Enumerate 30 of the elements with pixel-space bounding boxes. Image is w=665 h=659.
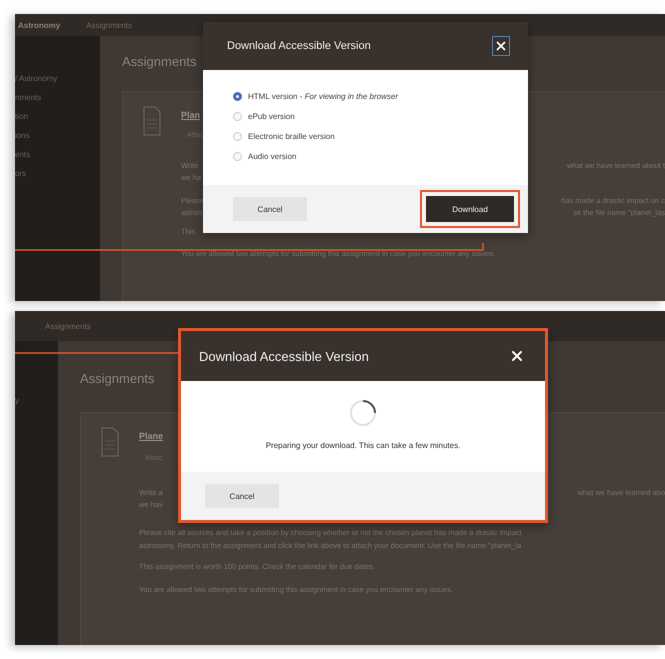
assignment-title[interactable]: Plan <box>181 110 200 120</box>
sidebar-item[interactable]: y <box>15 396 58 405</box>
top-bar-link[interactable]: Astronomy <box>18 20 60 30</box>
assignment-title[interactable]: Plane <box>139 431 164 441</box>
top-bar-link[interactable]: Assignments <box>45 322 91 330</box>
format-option[interactable]: Audio version <box>233 152 504 161</box>
top-bar-link[interactable]: Assignments <box>86 20 132 30</box>
sidebar-item[interactable]: tion <box>15 112 100 121</box>
close-button[interactable] <box>492 36 510 56</box>
dialog-title: Download Accessible Version <box>227 40 371 52</box>
sidebar-item[interactable]: nments <box>15 93 100 102</box>
document-icon <box>143 106 161 136</box>
spinner-icon <box>349 399 377 427</box>
progress-message: Preparing your download. This can take a few minutes. <box>266 441 460 450</box>
format-option[interactable]: ePub version <box>233 112 504 121</box>
cancel-button[interactable]: Cancel <box>233 197 307 221</box>
close-icon <box>494 39 508 53</box>
sidebar-item[interactable]: ors <box>15 169 100 178</box>
format-option[interactable]: Electronic braille version <box>233 132 504 141</box>
sidebar-item[interactable]: ions <box>15 131 100 140</box>
cancel-button[interactable]: Cancel <box>205 484 279 508</box>
page-heading: Assignments <box>80 371 154 386</box>
dialog-title: Download Accessible Version <box>199 348 369 364</box>
download-button[interactable]: Download <box>426 196 514 222</box>
format-option[interactable]: HTML version - For viewing in the browser <box>233 92 504 101</box>
sidebar-item[interactable]: / Astronomy <box>15 74 100 83</box>
document-icon <box>101 427 119 457</box>
page-heading: Assignments <box>122 54 196 69</box>
sidebar-item[interactable]: ents <box>15 150 100 159</box>
close-icon <box>509 348 525 364</box>
